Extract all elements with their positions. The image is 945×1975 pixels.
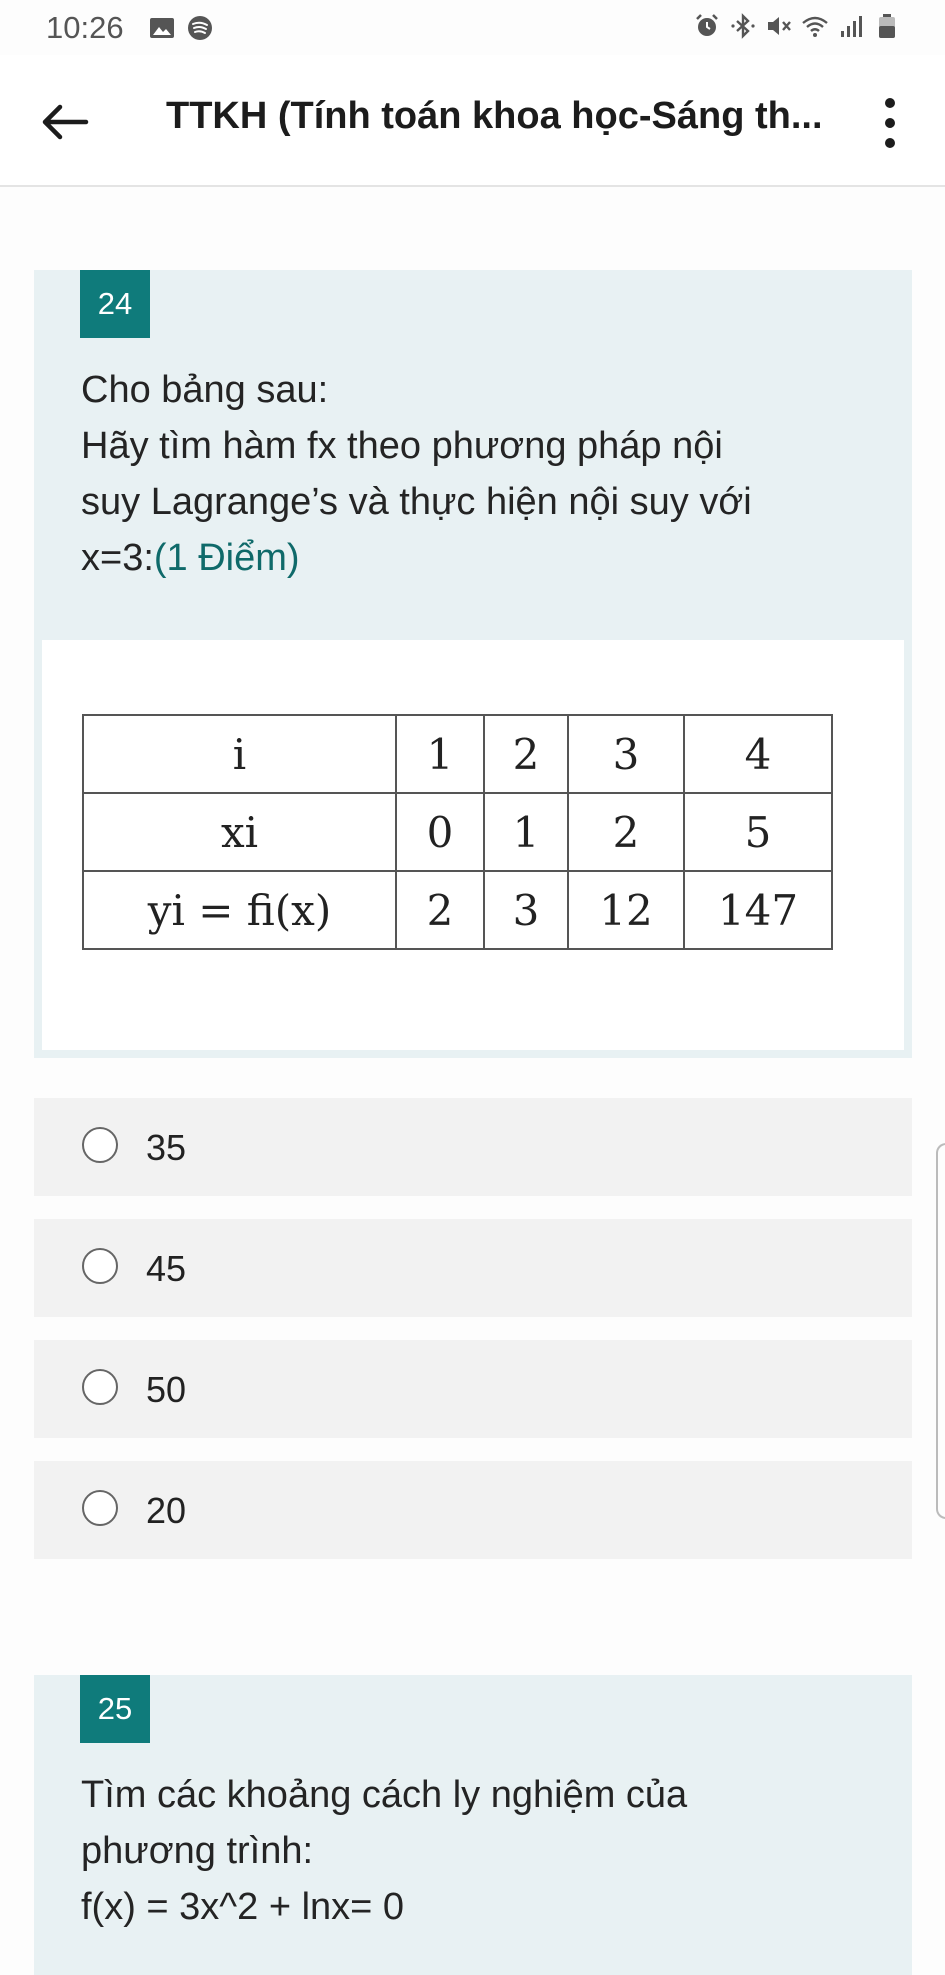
question-card-24: 24 Cho bảng sau: Hãy tìm hàm fx theo phư… [34,270,912,1058]
answer-option[interactable]: 45 [34,1219,912,1317]
table-row: i 1 2 3 4 [82,714,833,794]
option-label: 50 [146,1369,187,1410]
answer-option[interactable]: 35 [34,1098,912,1196]
radio-button[interactable] [82,1127,118,1163]
radio-button[interactable] [82,1248,118,1284]
question-line: suy Lagrange’s và thực hiện nội suy với [81,481,752,523]
question-text: Cho bảng sau: Hãy tìm hàm fx theo phương… [81,362,871,586]
bluetooth-icon [731,13,755,39]
question-number: 24 [80,270,150,338]
table-cell: 147 [683,870,833,950]
table-cell: 2 [483,714,569,794]
status-time: 10:26 [46,10,124,45]
wifi-icon [802,16,828,37]
back-arrow-icon[interactable] [38,95,92,149]
question-line: phương trình: [81,1830,314,1872]
table-row: xi 0 1 2 5 [82,792,833,872]
option-label: 45 [146,1248,187,1289]
question-line-end: x=3: [81,537,154,579]
image-icon [150,18,174,38]
question-number: 25 [80,1675,150,1743]
app-bar: TTKH (Tính toán khoa học-Sáng th... [0,55,945,187]
data-table: i 1 2 3 4 xi 0 1 2 5 yi = fi(x) 2 3 12 1… [82,714,833,950]
question-line: Tìm các khoảng cách ly nghiệm của [81,1774,688,1816]
table-cell: 2 [395,870,485,950]
table-cell: 1 [395,714,485,794]
answer-option[interactable]: 20 [34,1461,912,1559]
table-cell: 4 [683,714,833,794]
alarm-icon [696,14,718,36]
table-cell: 5 [683,792,833,872]
option-label: 20 [146,1490,187,1531]
table-cell: i [82,714,397,794]
table-cell: 1 [483,792,569,872]
radio-button[interactable] [82,1490,118,1526]
table-cell: 0 [395,792,485,872]
answer-option[interactable]: 50 [34,1340,912,1438]
mute-icon [768,17,791,35]
question-line: Cho bảng sau: [81,369,329,411]
signal-icon [841,16,862,37]
table-cell: 3 [567,714,685,794]
table-cell: 12 [567,870,685,950]
table-cell: yi = fi(x) [82,870,397,950]
spotify-icon [188,16,212,40]
scrollbar[interactable] [936,1143,945,1519]
status-bar: 10:26 [0,0,945,55]
more-vert-icon[interactable] [870,93,910,153]
table-row: yi = fi(x) 2 3 12 147 [82,870,833,950]
table-cell: 2 [567,792,685,872]
question-line: x=3:(1 Điểm) [81,530,871,586]
option-label: 35 [146,1127,187,1168]
question-line: Hãy tìm hàm fx theo phương pháp nội [81,425,723,467]
page-title: TTKH (Tính toán khoa học-Sáng th... [166,95,823,137]
battery-icon [879,14,895,38]
radio-button[interactable] [82,1369,118,1405]
table-cell: xi [82,792,397,872]
table-cell: 3 [483,870,569,950]
question-text: Tìm các khoảng cách ly nghiệm của phương… [81,1767,871,1935]
question-line: f(x) = 3x^2 + lnx= 0 [81,1886,405,1928]
question-points: (1 Điểm) [153,537,300,579]
question-image: i 1 2 3 4 xi 0 1 2 5 yi = fi(x) 2 3 12 1… [42,640,904,1050]
question-card-25: 25 Tìm các khoảng cách ly nghiệm của phư… [34,1675,912,1975]
